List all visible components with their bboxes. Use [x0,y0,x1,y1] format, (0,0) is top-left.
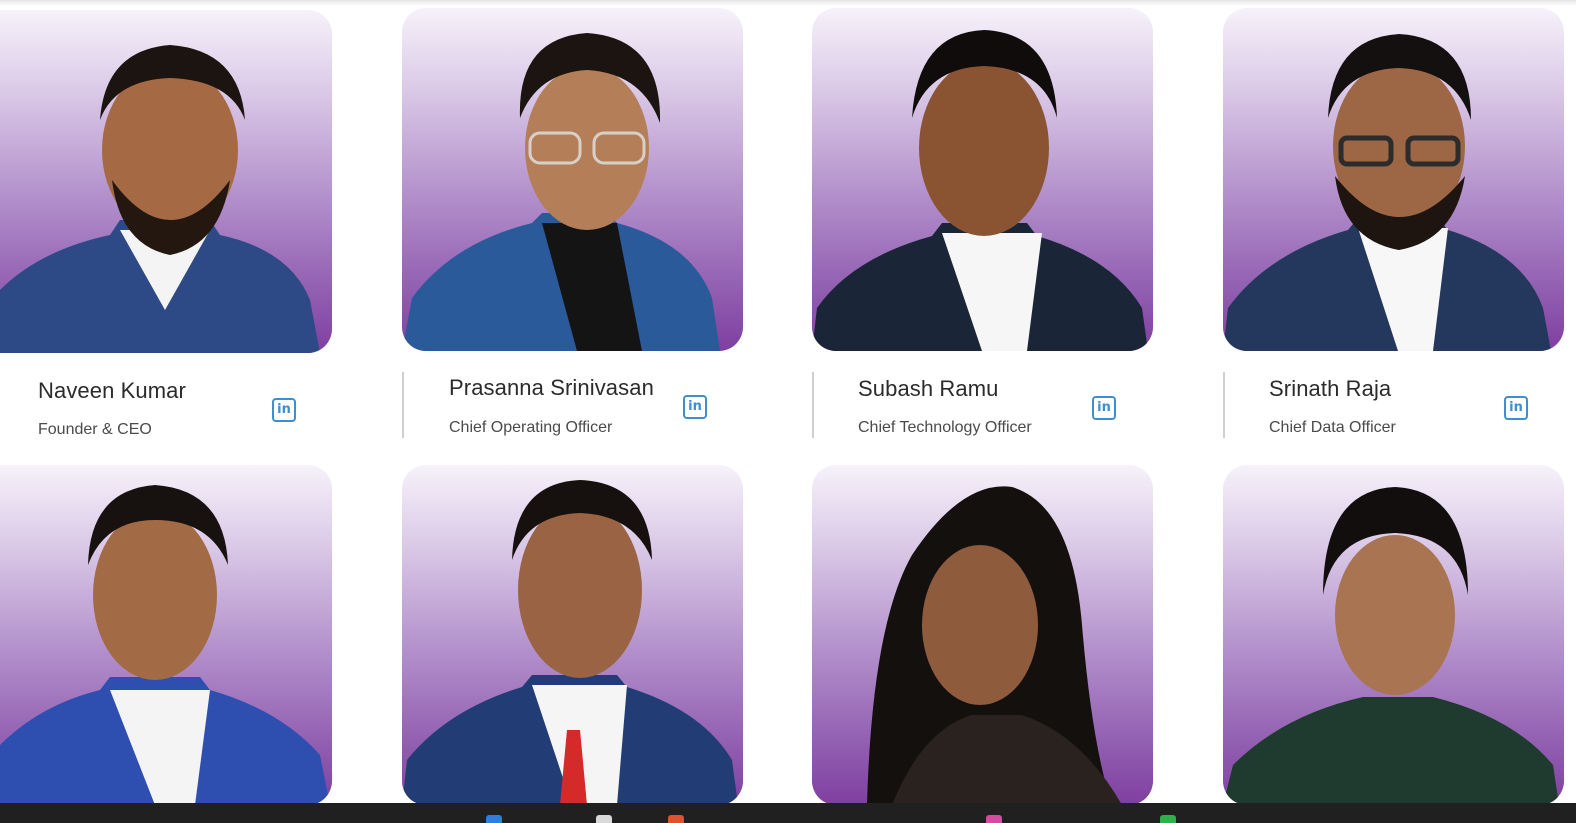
profile-photo [402,8,743,351]
team-card-prasanna: Prasanna Srinivasan Chief Operating Offi… [400,0,745,460]
linkedin-icon[interactable]: in [1092,396,1116,420]
taskbar-app-icon[interactable] [986,815,1002,823]
taskbar-app-icon[interactable] [486,815,502,823]
person-silhouette [812,30,1148,351]
linkedin-icon[interactable]: in [1504,396,1528,420]
profile-photo [0,465,332,805]
member-name: Naveen Kumar [38,378,186,403]
linkedin-icon[interactable]: in [272,398,296,422]
person-silhouette [402,33,720,351]
os-taskbar [0,803,1576,823]
person-silhouette [1223,487,1559,805]
taskbar-app-icon[interactable] [596,815,612,823]
team-card-naveen: Naveen Kumar Founder & CEO in [0,0,341,460]
member-role: Founder & CEO [38,421,152,438]
member-role: Chief Data Officer [1269,419,1396,436]
member-role: Chief Operating Officer [449,419,613,436]
profile-photo [0,10,332,353]
member-name: Srinath Raja [1269,376,1392,401]
team-card-row2-1 [0,465,341,805]
member-name: Subash Ramu [858,376,999,401]
profile-photo [1223,465,1564,805]
member-role: Chief Technology Officer [858,419,1032,436]
member-name: Prasanna Srinivasan [449,375,654,400]
team-card-row2-3 [810,465,1155,805]
profile-photo [812,465,1153,805]
taskbar-app-icon[interactable] [1160,815,1176,823]
team-card-row2-2 [400,465,745,805]
card-divider [1223,372,1225,438]
person-silhouette [0,45,320,353]
profile-photo [1223,8,1564,351]
profile-photo [812,8,1153,351]
person-silhouette [0,485,330,805]
linkedin-icon[interactable]: in [683,395,707,419]
team-card-srinath: Srinath Raja Chief Data Officer in [1221,0,1576,460]
person-silhouette [1223,34,1551,351]
team-card-row2-4 [1221,465,1576,805]
taskbar-app-icon[interactable] [668,815,684,823]
person-silhouette [402,480,738,805]
card-divider [812,372,814,438]
team-card-subash: Subash Ramu Chief Technology Officer in [810,0,1155,460]
card-divider [402,372,404,438]
profile-photo [402,465,743,805]
person-silhouette [867,486,1122,805]
